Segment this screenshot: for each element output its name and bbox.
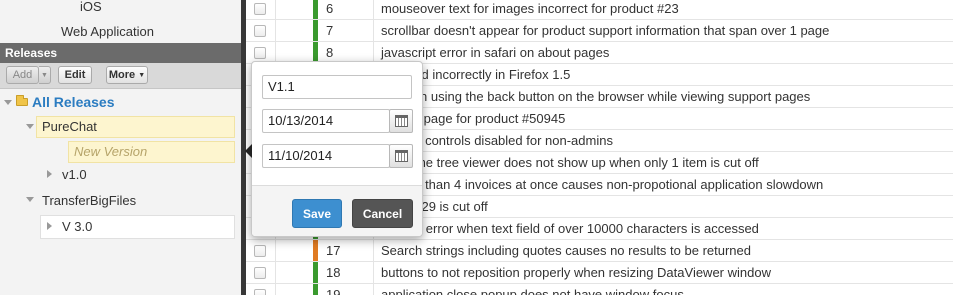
issue-title[interactable]: g more than 4 invoices at once causes no…: [381, 174, 823, 196]
issue-title[interactable]: verflow error when text field of over 10…: [381, 218, 759, 240]
status-color-bar: [313, 42, 318, 63]
column-divider: [373, 262, 374, 283]
nav-item-web-application[interactable]: Web Application: [0, 21, 241, 42]
cancel-button[interactable]: Cancel: [352, 199, 413, 228]
tree-item-transferbigfiles[interactable]: TransferBigFiles: [42, 190, 136, 211]
dropdown-caret-icon: ▼: [138, 72, 146, 79]
table-row[interactable]: 7 scrollbar doesn't appear for product su…: [246, 20, 953, 42]
issue-title[interactable]: scrollbar doesn't appear for product sup…: [381, 20, 829, 42]
collapse-triangle-icon[interactable]: [26, 124, 34, 129]
dropdown-caret-icon: ▼: [41, 72, 48, 79]
status-color-bar: [313, 284, 318, 295]
column-divider: [373, 284, 374, 295]
more-button[interactable]: More ▼: [106, 66, 148, 84]
end-date-calendar-button[interactable]: [389, 144, 413, 168]
issue-title[interactable]: buttons to not reposition properly when …: [381, 262, 771, 284]
column-divider: [275, 284, 276, 295]
column-divider: [373, 0, 374, 19]
row-checkbox[interactable]: [254, 289, 266, 295]
issue-id: 6: [326, 1, 334, 16]
releases-toolbar: Add ▼ Edit More ▼: [0, 63, 241, 89]
save-button[interactable]: Save: [292, 199, 342, 228]
row-checkbox[interactable]: [254, 3, 266, 15]
expand-triangle-icon[interactable]: [47, 222, 52, 230]
column-divider: [275, 20, 276, 41]
issue-title[interactable]: application close popup does not have wi…: [381, 284, 684, 295]
column-divider: [275, 42, 276, 63]
status-color-bar: [313, 240, 318, 261]
table-row[interactable]: 6 mouseover text for images incorrect for…: [246, 0, 953, 20]
status-color-bar: [313, 20, 318, 41]
start-date-calendar-button[interactable]: [389, 109, 413, 133]
tree-item-v3-0[interactable]: V 3.0: [62, 216, 92, 237]
edit-button[interactable]: Edit: [58, 66, 92, 84]
add-button[interactable]: Add: [6, 66, 39, 84]
column-divider: [373, 20, 374, 41]
issue-id: 17: [326, 243, 341, 258]
row-checkbox[interactable]: [254, 245, 266, 257]
column-divider: [373, 240, 374, 261]
issue-id: 7: [326, 23, 334, 38]
column-divider: [275, 262, 276, 283]
start-date-field[interactable]: 10/13/2014: [262, 109, 390, 133]
tree-item-all-releases[interactable]: All Releases: [32, 92, 115, 113]
issue-title[interactable]: or when using the back button on the bro…: [381, 86, 810, 108]
nav-item-ios[interactable]: iOS: [0, 0, 241, 19]
collapse-triangle-icon[interactable]: [26, 197, 34, 202]
add-dropdown-button[interactable]: ▼: [39, 66, 51, 84]
releases-tree: All Releases PureChat New Version v1.0 T…: [0, 90, 241, 295]
tree-item-v1-0[interactable]: v1.0: [62, 164, 87, 185]
folder-icon: [16, 95, 28, 106]
table-row[interactable]: 17 Search strings including quotes causes…: [246, 240, 953, 262]
issue-title[interactable]: mouseover text for images incorrect for …: [381, 0, 679, 20]
popup-footer: Save Cancel: [252, 185, 422, 236]
column-divider: [275, 0, 276, 19]
table-row[interactable]: 19 application close popup does not have …: [246, 284, 953, 295]
issue-id: 18: [326, 265, 341, 280]
issue-title[interactable]: ar for the tree viewer does not show up …: [381, 152, 759, 174]
status-color-bar: [313, 0, 318, 19]
row-checkbox[interactable]: [254, 25, 266, 37]
row-checkbox[interactable]: [254, 47, 266, 59]
row-checkbox[interactable]: [254, 267, 266, 279]
more-button-label: More: [108, 69, 136, 81]
sidebar: iOS Web Application Releases Add ▼ Edit …: [0, 0, 241, 295]
end-date-field[interactable]: 11/10/2014: [262, 144, 390, 168]
table-row[interactable]: 18 buttons to not reposition properly whe…: [246, 262, 953, 284]
column-divider: [373, 42, 374, 63]
issue-title[interactable]: Search strings including quotes causes n…: [381, 240, 751, 262]
version-name-field[interactable]: V1.1: [262, 75, 412, 99]
expand-triangle-icon[interactable]: [47, 170, 52, 178]
calendar-icon: [395, 115, 408, 127]
new-version-input[interactable]: New Version: [74, 141, 147, 162]
issue-id: 19: [326, 287, 341, 295]
collapse-triangle-icon[interactable]: [4, 100, 12, 105]
status-color-bar: [313, 262, 318, 283]
tree-item-purechat[interactable]: PureChat: [42, 116, 97, 137]
column-divider: [275, 240, 276, 261]
popup-pointer: [245, 144, 252, 158]
calendar-icon: [395, 150, 408, 162]
releases-section-header: Releases: [0, 43, 241, 63]
new-version-popup: V1.1 10/13/2014 11/10/2014 Save Cancel: [245, 61, 423, 237]
